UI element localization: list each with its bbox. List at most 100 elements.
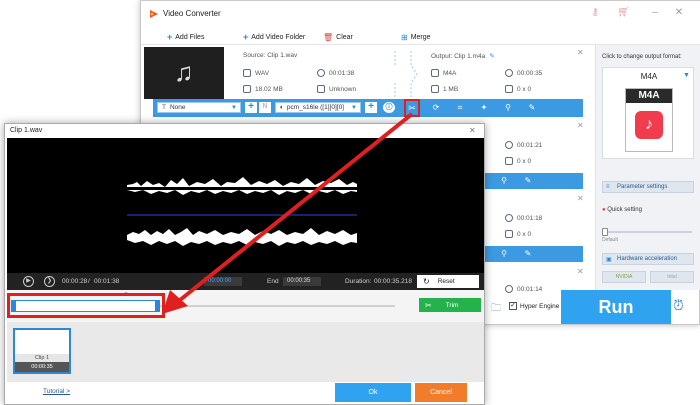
hyper-engine-label: Hyper Engine (520, 302, 560, 310)
edit-icon[interactable]: ✎ (523, 249, 533, 259)
play-icon[interactable]: ▶ (23, 276, 34, 287)
watermark-icon[interactable]: ⚲ (499, 249, 509, 259)
waveform-preview (7, 138, 484, 273)
minimize-icon[interactable]: – (649, 7, 661, 19)
watermark-icon[interactable]: ⚲ (499, 176, 509, 186)
reset-icon: ↻ (423, 277, 430, 286)
close-icon[interactable]: ✕ (469, 126, 476, 135)
edit-pencil-icon[interactable]: ✎ (489, 52, 494, 60)
chip-icon: ▣ (606, 256, 612, 263)
remove-item-icon[interactable]: ✕ (577, 121, 584, 130)
subtitle-dropdown[interactable]: T None ▼ (157, 102, 241, 113)
slider-default-label: Default (602, 237, 618, 243)
clock-icon (505, 285, 513, 293)
ok-button[interactable]: Ok (335, 383, 411, 402)
trim-label: Trim (445, 301, 459, 309)
clear-label: Clear (336, 33, 353, 41)
output-format: M4A (431, 69, 456, 77)
main-toolbar: + Add Files + Add Video Folder 🗑︎ Clear … (141, 29, 700, 45)
clear-button[interactable]: 🗑︎ Clear (323, 31, 353, 43)
parameter-settings-label: Parameter settings (617, 184, 668, 190)
output-resolution-value: 0 x 0 (517, 85, 532, 93)
trim-dialog: Clip 1.wav ✕ ▶ ❯ 00:00:28 / 00:01:38 00:… (4, 123, 485, 405)
intel-toggle[interactable]: Intel (650, 271, 694, 283)
run-button[interactable]: Run (561, 290, 671, 324)
key-icon[interactable]: ⚷ (589, 7, 601, 19)
nvidia-toggle[interactable]: NVIDIA (602, 271, 646, 283)
start-time-field[interactable]: 00:00:00 (204, 277, 242, 286)
effects-wand-icon[interactable]: ✦ (479, 103, 489, 113)
trim-button[interactable]: ✂ Trim (419, 298, 481, 312)
rotate-icon[interactable]: ⟳ (431, 103, 441, 113)
output-format-selector[interactable]: M4A ▼ M4A ♪ (602, 67, 694, 159)
end-label: End (267, 278, 279, 285)
item2-resolution-value: 0 x 0 (517, 157, 532, 165)
remove-item-icon[interactable]: ✕ (577, 267, 584, 276)
output-format-value: M4A (443, 69, 457, 77)
end-time-field[interactable]: 00:00:35 (283, 277, 321, 286)
close-icon[interactable]: ✕ (673, 7, 685, 19)
add-video-folder-button[interactable]: + Add Video Folder (243, 31, 305, 43)
crop-icon[interactable]: ⌗ (455, 103, 465, 113)
resolution-icon (505, 157, 513, 165)
source-duration: 00:01:38 (317, 69, 354, 77)
trim-end-handle[interactable] (155, 300, 160, 312)
quality-slider[interactable] (602, 228, 692, 236)
add-audio-button[interactable]: + (365, 102, 377, 113)
item2-duration: 00:01:21 (505, 141, 542, 149)
output-size-value: 1 MB (443, 85, 459, 93)
chevron-down-icon: ▼ (231, 104, 237, 111)
time-separator: / (88, 278, 90, 285)
reset-button[interactable]: ↻ Reset (417, 275, 479, 288)
file-size-icon (243, 85, 251, 93)
step-forward-icon[interactable]: ❯ (44, 276, 55, 287)
hyper-engine-checkbox[interactable]: ✓ Hyper Engine (509, 302, 559, 310)
playback-controls: ▶ ❯ 00:00:28 / 00:01:38 00:00:00 End 00:… (7, 273, 484, 290)
edit-icon[interactable]: ✎ (523, 176, 533, 186)
source-duration-value: 00:01:38 (329, 69, 355, 77)
watermark-icon[interactable]: ⚲ (503, 103, 513, 113)
item4-duration: 00:01:14 (505, 285, 542, 293)
slider-handle[interactable] (602, 228, 608, 236)
subtitle-extract-button[interactable]: N (259, 102, 271, 113)
format-icon (243, 69, 251, 77)
trim-range-bar[interactable] (13, 300, 159, 312)
audio-track-dropdown[interactable]: 🔈︎ pcm_s16le ([1][0][0] ▼ (275, 102, 361, 113)
duration-value: 00:00:35.218 (374, 278, 412, 285)
item3-duration: 00:01:18 (505, 214, 542, 222)
tutorial-link[interactable]: Tutorial > (43, 388, 70, 395)
remove-item-icon[interactable]: ✕ (577, 194, 584, 203)
clip-duration-bar: 00:00:35 (15, 362, 69, 372)
source-format-value: WAV (255, 69, 270, 77)
add-subtitle-button[interactable]: + (245, 102, 257, 113)
current-time: 00:00:28 (62, 278, 88, 285)
output-folder-icon[interactable]: 🗀︎ (491, 301, 501, 318)
parameter-settings-button[interactable]: ≡ Parameter settings (602, 181, 694, 193)
app-logo-icon (149, 9, 159, 19)
file-thumbnail[interactable]: ♫ (144, 47, 224, 99)
plus-icon: + (167, 32, 173, 42)
info-button[interactable]: ⓘ (383, 102, 395, 113)
resolution-icon (505, 85, 513, 93)
alarm-clock-icon[interactable]: ⏰︎ (673, 297, 684, 314)
trash-icon: 🗑︎ (323, 32, 334, 42)
cart-icon[interactable]: 🛒︎ (617, 7, 630, 19)
checkbox-checked-icon: ✓ (509, 302, 517, 310)
source-size: 18.02 MB (243, 85, 283, 93)
clip-thumbnail[interactable]: Clip 1 00:00:35 (13, 328, 71, 374)
hardware-acceleration-button[interactable]: ▣ Hardware acceleration (602, 253, 694, 265)
speaker-icon: 🔈︎ (280, 103, 284, 111)
item3-duration-value: 00:01:18 (517, 214, 543, 222)
dialog-title: Clip 1.wav (10, 127, 43, 134)
plus-icon: + (243, 32, 249, 42)
clock-icon (505, 214, 513, 222)
merge-icon: ⊞ (401, 32, 408, 42)
add-files-button[interactable]: + Add Files (167, 31, 204, 43)
merge-button[interactable]: ⊞ Merge (401, 31, 431, 43)
edit-icon[interactable]: ✎ (527, 103, 537, 113)
cancel-button[interactable]: Cancel (415, 383, 467, 402)
remove-item-icon[interactable]: ✕ (577, 48, 584, 57)
trim-scissors-button[interactable]: ✂ (404, 99, 420, 117)
edit-bar-3: ⚲ ✎ (481, 246, 583, 262)
trim-start-handle[interactable] (11, 300, 16, 312)
